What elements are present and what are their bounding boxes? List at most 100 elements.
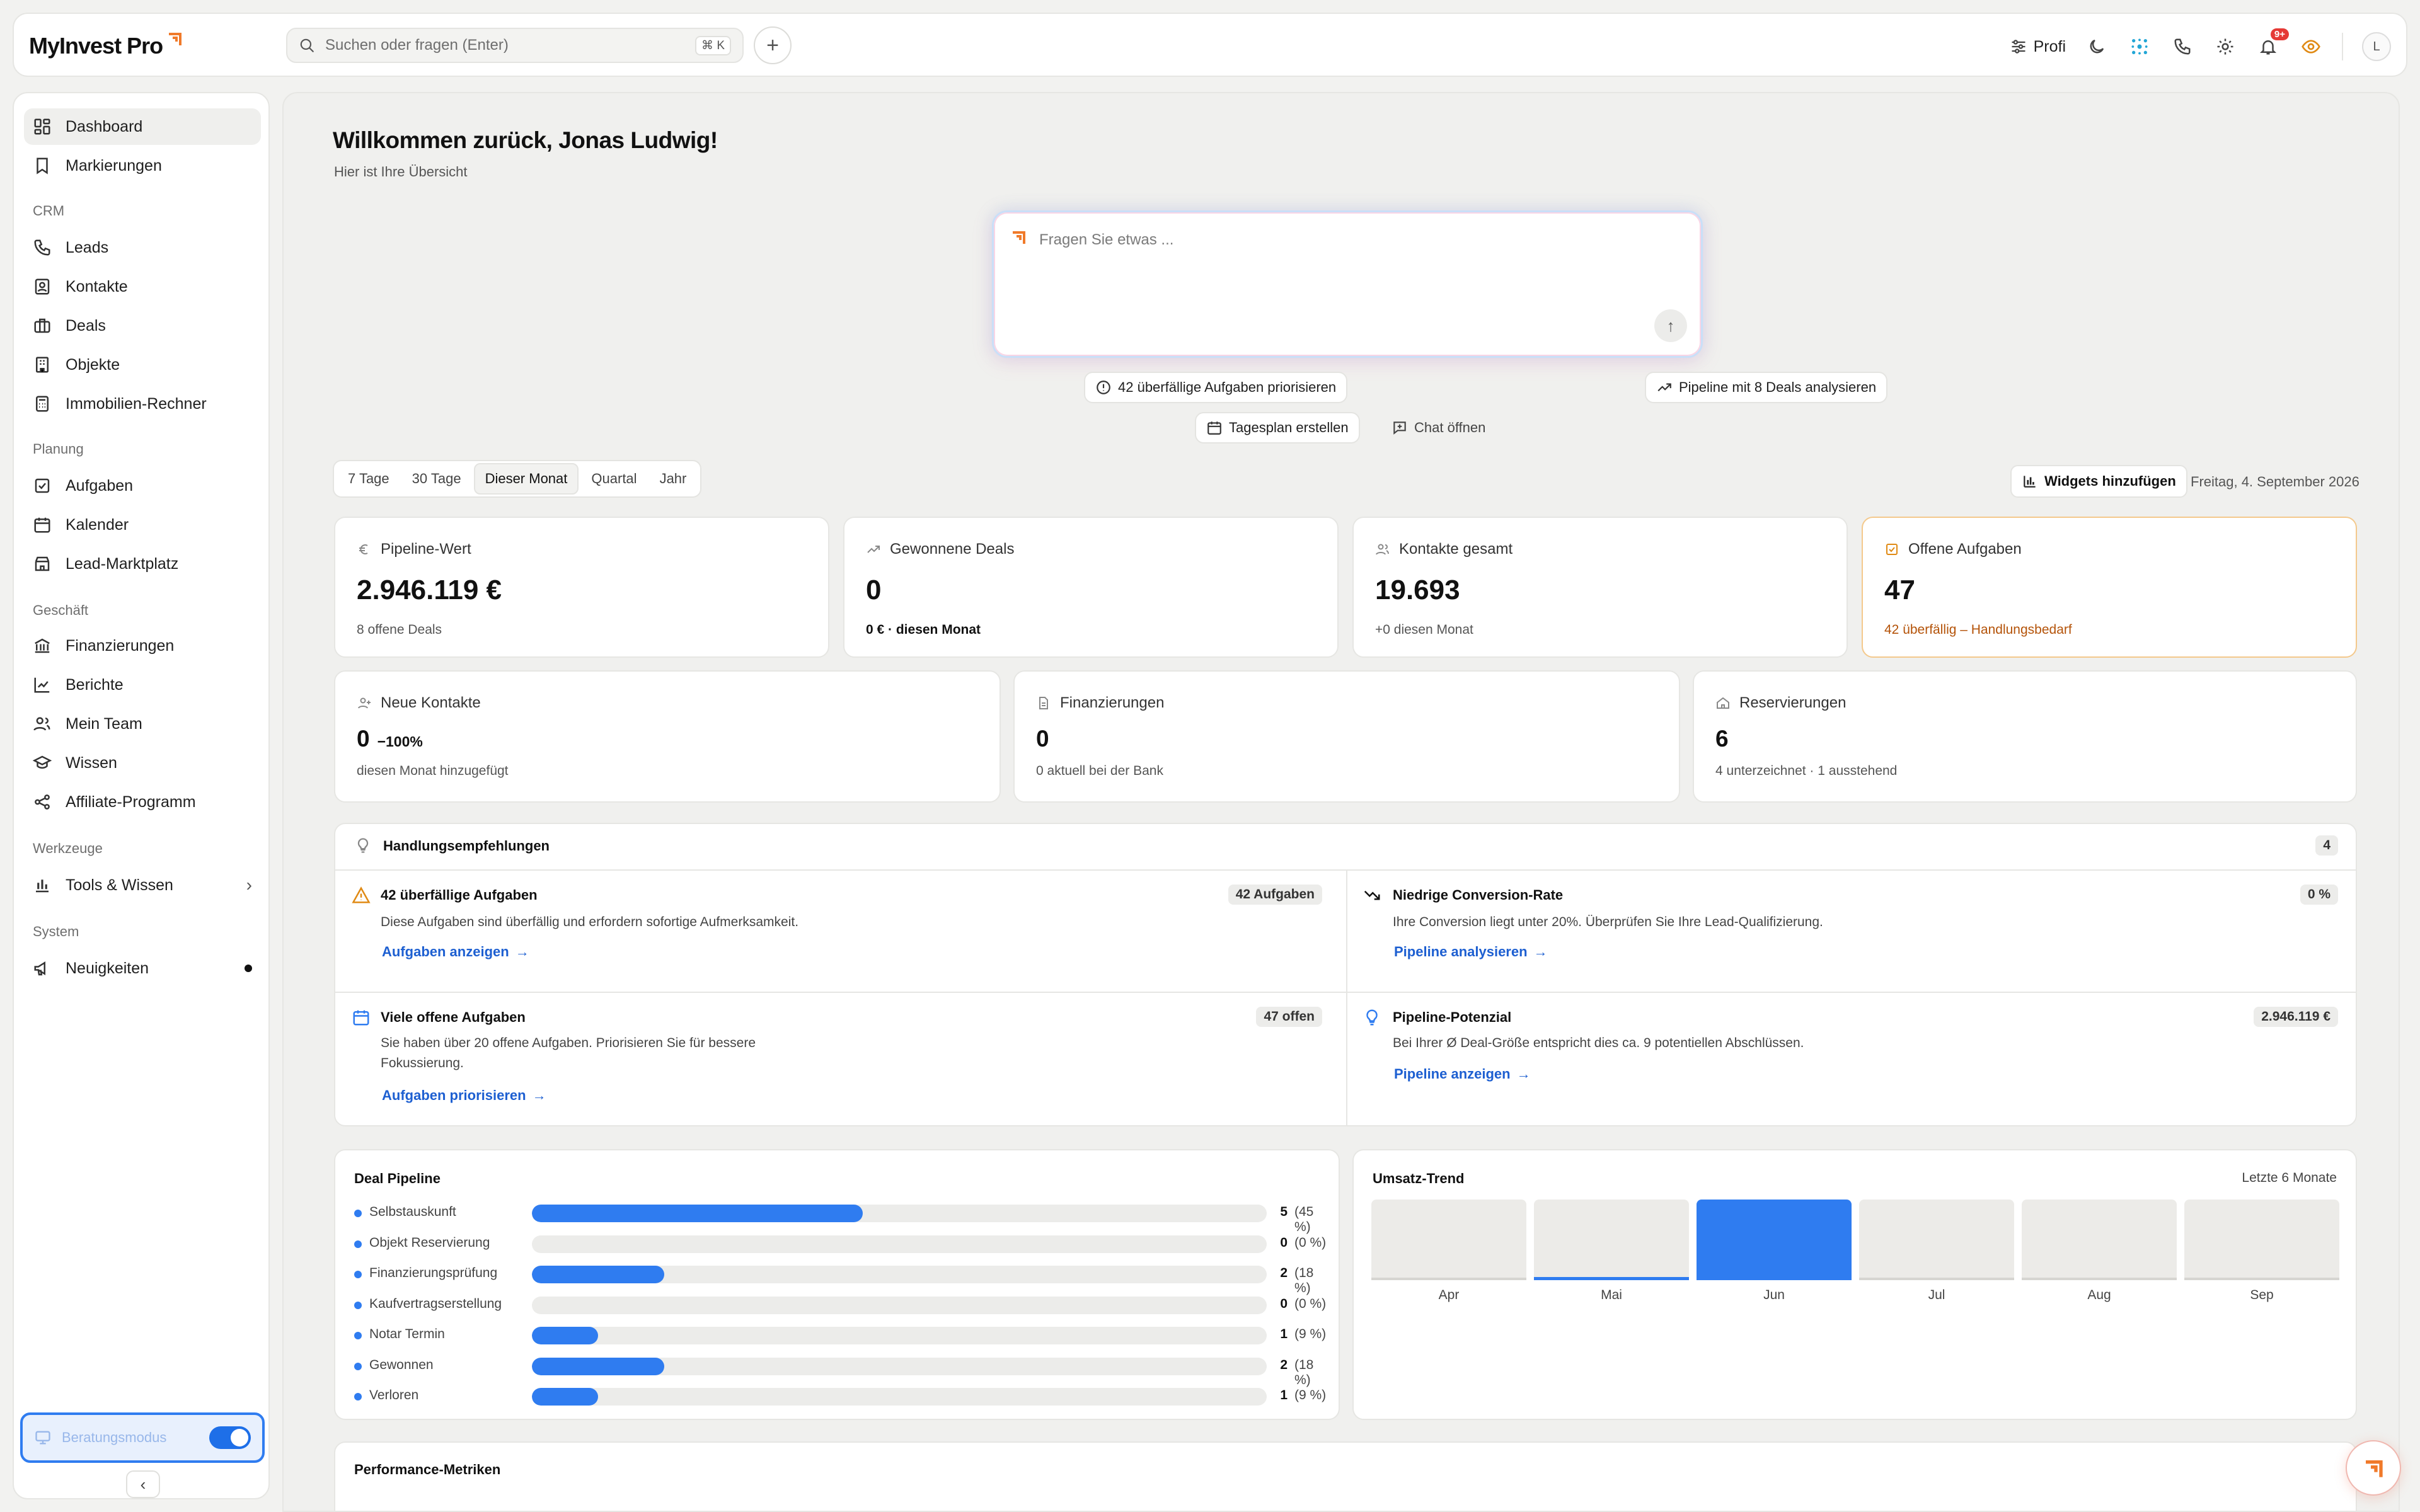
- sidebar-item-kontakte[interactable]: Kontakte: [24, 268, 261, 305]
- revenue-trend-panel: Umsatz-Trend Letzte 6 Monate Apr Mai Jun Ju…: [1352, 1149, 2357, 1420]
- recommendation-description: Sie haben über 20 offene Aufgaben. Prior…: [381, 1036, 756, 1070]
- trend-bar[interactable]: [1371, 1200, 1526, 1280]
- gear-icon: [2217, 38, 2233, 55]
- add-button[interactable]: +: [754, 26, 792, 64]
- sidebar-item-immobilien-rechner[interactable]: Immobilien-Rechner: [24, 386, 261, 422]
- kpi-card-pipeline-value[interactable]: Pipeline-Wert 2.946.119 € 8 offene Deals: [334, 517, 829, 658]
- sidebar-item-affiliate-programm[interactable]: Affiliate-Programm: [24, 784, 261, 820]
- dark-mode-button[interactable]: [2085, 35, 2109, 59]
- bookmark-icon: [37, 158, 48, 175]
- lightbulb-icon: [357, 838, 369, 853]
- pipeline-stage-row[interactable]: Finanzierungsprüfung 2 (18 %): [354, 1264, 1331, 1295]
- stage-bar-track: [532, 1235, 1267, 1253]
- search-icon: [300, 38, 314, 52]
- visibility-button[interactable]: [2299, 35, 2323, 59]
- stage-label: Verloren: [369, 1388, 419, 1402]
- kpi-card-new-contacts[interactable]: Neue Kontakte 0 −100% diesen Monat hinzu…: [334, 670, 1001, 803]
- sidebar-item-label: Berichte: [66, 675, 124, 694]
- recommendation-description: Diese Aufgaben sind überfällig und erfor…: [381, 915, 799, 929]
- period-30-days[interactable]: 30 Tage: [402, 464, 471, 493]
- suggestion-chip-overdue[interactable]: 42 überfällige Aufgaben priorisieren: [1084, 372, 1348, 403]
- sidebar-item-mein-team[interactable]: Mein Team: [24, 706, 261, 742]
- deal-pipeline-panel: Deal Pipeline Selbstauskunft 5 (45 %) Objek…: [334, 1149, 1340, 1420]
- settings-button[interactable]: [2213, 35, 2237, 59]
- trend-bar[interactable]: [1697, 1200, 1852, 1280]
- sidebar-item-wissen[interactable]: Wissen: [24, 745, 261, 781]
- period-year[interactable]: Jahr: [650, 464, 697, 493]
- consulting-mode-toggle-row[interactable]: Beratungsmodus: [20, 1412, 265, 1463]
- trend-bar-fill: [1534, 1276, 1689, 1280]
- ai-prompt-box[interactable]: Fragen Sie etwas ... ↑: [992, 210, 1703, 358]
- trend-bar[interactable]: [1534, 1200, 1689, 1280]
- profile-mode-button[interactable]: Profi: [2010, 38, 2066, 56]
- stage-bar-track: [532, 1205, 1267, 1222]
- period-this-month[interactable]: Dieser Monat: [473, 463, 579, 495]
- stage-label: Gewonnen: [369, 1357, 434, 1372]
- suggestion-chip-pipeline[interactable]: Pipeline mit 8 Deals analysieren: [1645, 372, 1888, 403]
- recommendation-title: Pipeline-Potenzial: [1393, 1009, 1512, 1025]
- megaphone-icon: [34, 961, 45, 976]
- search-bar[interactable]: Suchen oder fragen (Enter) ⌘ K: [286, 28, 744, 63]
- sidebar-item-kalender[interactable]: Kalender: [24, 507, 261, 543]
- kpi-value-row: 6: [1715, 726, 1729, 752]
- pipeline-stage-row[interactable]: Verloren 1 (9 %): [354, 1387, 1331, 1406]
- add-widgets-button[interactable]: Widgets hinzufügen: [2010, 465, 2187, 498]
- kpi-card-won-deals[interactable]: Gewonnene Deals 0 0 € · diesen Monat: [843, 517, 1339, 658]
- search-input[interactable]: Suchen oder fragen (Enter): [325, 37, 685, 54]
- brand-logo[interactable]: MyInvest Pro: [29, 33, 184, 59]
- pipeline-stage-row[interactable]: Kaufvertragserstellung 0 (0 %): [354, 1295, 1331, 1314]
- sidebar-item-leads[interactable]: Leads: [24, 229, 261, 266]
- kpi-card-open-tasks[interactable]: Offene Aufgaben 47 42 überfällig – Handl…: [1862, 517, 2357, 658]
- trending-down-icon: [1364, 890, 1380, 900]
- sidebar-item-lead-marktplatz[interactable]: Lead-Marktplatz: [24, 546, 261, 582]
- sidebar-item-objekte[interactable]: Objekte: [24, 346, 261, 383]
- trend-bar-baseline: [1859, 1278, 2014, 1280]
- open-chat-button[interactable]: Chat öffnen: [1380, 412, 1497, 444]
- period-7-days[interactable]: 7 Tage: [338, 464, 400, 493]
- show-tasks-link[interactable]: Aufgaben anzeigen →: [382, 944, 529, 960]
- kpi-card-contacts-total[interactable]: Kontakte gesamt 19.693 +0 diesen Monat: [1352, 517, 1848, 658]
- suggestion-chip-day-plan[interactable]: Tagesplan erstellen: [1195, 412, 1360, 444]
- sidebar-item-aufgaben[interactable]: Aufgaben: [24, 467, 261, 504]
- divider: [1346, 871, 1347, 1126]
- sidebar-item-finanzierungen[interactable]: Finanzierungen: [24, 627, 261, 664]
- user-plus-icon: [358, 697, 371, 709]
- trend-month-label: Apr: [1438, 1288, 1460, 1302]
- kpi-header: Finanzierungen: [1036, 694, 1164, 712]
- notifications-button[interactable]: 9+: [2256, 28, 2289, 59]
- trend-bar[interactable]: [1859, 1200, 2014, 1280]
- bank-icon: [35, 638, 50, 653]
- kpi-card-reservations[interactable]: Reservierungen 6 4 unterzeichnet · 1 aus…: [1693, 670, 2357, 803]
- show-pipeline-link[interactable]: Pipeline anzeigen →: [1394, 1066, 1531, 1082]
- pipeline-stage-row[interactable]: Gewonnen 2 (18 %): [354, 1356, 1331, 1387]
- assistant-fab-button[interactable]: [2346, 1440, 2401, 1496]
- analyze-pipeline-link[interactable]: Pipeline analysieren →: [1394, 944, 1548, 960]
- sidebar-item-tools-wissen[interactable]: Tools & Wissen ›: [24, 867, 261, 903]
- sidebar-item-markierungen[interactable]: Markierungen: [24, 147, 261, 184]
- period-quarter[interactable]: Quartal: [581, 464, 647, 493]
- trend-bar[interactable]: [2022, 1200, 2177, 1280]
- phone-button[interactable]: [2170, 35, 2194, 59]
- sidebar-item-berichte[interactable]: Berichte: [24, 667, 261, 703]
- sidebar-item-dashboard[interactable]: Dashboard: [24, 108, 261, 145]
- sidebar-item-label: Neuigkeiten: [66, 959, 149, 977]
- pipeline-stage-row[interactable]: Selbstauskunft 5 (45 %): [354, 1203, 1331, 1234]
- send-button[interactable]: ↑: [1654, 309, 1687, 342]
- avatar[interactable]: L: [2362, 32, 2391, 61]
- stage-bar-fill: [532, 1388, 598, 1406]
- ai-prompt-input[interactable]: Fragen Sie etwas ...: [1039, 231, 1173, 249]
- profile-mode-label: Profi: [2033, 37, 2066, 55]
- trend-bar[interactable]: [2184, 1200, 2339, 1280]
- stage-bar-fill: [532, 1205, 863, 1222]
- stage-dot: [354, 1362, 362, 1370]
- collapse-sidebar-button[interactable]: ‹: [126, 1470, 160, 1498]
- prioritize-tasks-link[interactable]: Aufgaben priorisieren →: [382, 1087, 546, 1104]
- kpi-card-financings[interactable]: Finanzierungen 0 0 aktuell bei der Bank: [1013, 670, 1680, 803]
- sidebar-item-deals[interactable]: Deals: [24, 307, 261, 344]
- consulting-mode-switch[interactable]: [209, 1426, 251, 1449]
- pipeline-stage-row[interactable]: Notar Termin 1 (9 %): [354, 1326, 1331, 1344]
- stage-percent: (45 %): [1294, 1205, 1314, 1234]
- sidebar-item-neuigkeiten[interactable]: Neuigkeiten: [24, 950, 261, 987]
- ai-assistant-button[interactable]: [2128, 35, 2152, 59]
- pipeline-stage-row[interactable]: Objekt Reservierung 0 (0 %): [354, 1234, 1331, 1253]
